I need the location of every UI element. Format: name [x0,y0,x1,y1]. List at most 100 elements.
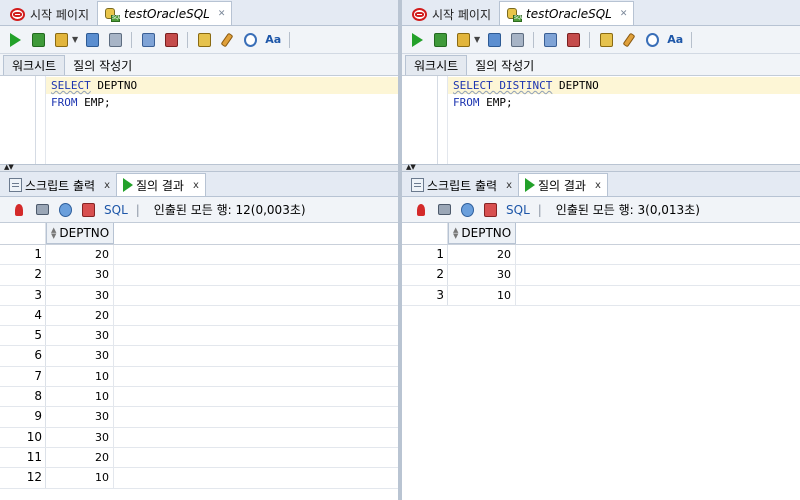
close-icon[interactable]: ✕ [218,9,226,19]
table-row[interactable]: 1 20 [402,245,800,266]
tab-start-page[interactable]: 시작 페이지 [4,3,95,25]
table-row[interactable]: 6 30 [0,346,398,367]
deptno-cell[interactable]: 10 [46,468,114,488]
autotrace-button[interactable] [106,31,124,49]
tab-worksheet[interactable]: 워크시트 [405,55,468,75]
refresh-button[interactable] [458,201,476,219]
cancel-query-button[interactable] [481,201,499,219]
tab-script-output[interactable]: 스크립트 출력 x [3,174,116,196]
commit-button[interactable] [454,31,472,49]
run-script-button[interactable] [29,31,47,49]
deptno-cell[interactable]: 30 [46,427,114,447]
sql-link[interactable]: SQL [104,203,128,217]
row-number: 10 [0,427,46,447]
commit-transaction-button[interactable] [139,31,157,49]
editor-results-splitter[interactable]: ▲▼ [0,163,398,172]
deptno-cell[interactable]: 30 [46,407,114,427]
print-button[interactable] [33,201,51,219]
autotrace-button[interactable] [508,31,526,49]
result-grid[interactable]: ▲ ▼ DEPTNO 1 20 2 30 3 30 4 20 5 30 6 30 7 10 8 10 9 30 10 3… [0,223,398,489]
table-row[interactable]: 11 20 [0,447,398,469]
table-row[interactable]: 5 30 [0,326,398,347]
run-statement-button[interactable] [6,31,24,49]
table-row[interactable]: 2 30 [0,265,398,286]
rollback-icon [164,32,178,47]
tab-query-result[interactable]: 질의 결과 x [517,173,608,196]
chevron-down-icon[interactable]: ▼ [72,35,78,44]
deptno-cell[interactable]: 30 [46,326,114,346]
table-row[interactable]: 1 20 [0,245,398,266]
table-row[interactable]: 7 10 [0,366,398,388]
tab-label: 질의 결과 [135,178,184,193]
tab-worksheet[interactable]: 워크시트 [3,55,66,75]
pin-icon [15,203,23,216]
tab-query-result[interactable]: 질의 결과 x [115,173,206,196]
deptno-cell[interactable]: 20 [448,245,516,265]
chevron-down-icon[interactable]: ▼ [474,35,480,44]
tab-label: 워크시트 [414,59,459,73]
refresh-button[interactable] [56,201,74,219]
result-grid[interactable]: ▲ ▼ DEPTNO 1 20 2 30 3 10 [402,223,800,306]
history-button[interactable] [643,31,661,49]
printer-icon [437,204,451,215]
commit-button[interactable] [52,31,70,49]
close-icon[interactable]: ✕ [620,9,628,19]
pin-button[interactable] [412,201,430,219]
tab-script-output[interactable]: 스크립트 출력 x [405,174,518,196]
table-row[interactable]: 3 10 [402,285,800,306]
table-row[interactable]: 10 30 [0,427,398,448]
deptno-cell[interactable]: 20 [46,447,114,468]
print-button[interactable] [435,201,453,219]
close-icon[interactable]: x [506,180,512,191]
sql-tuning-button[interactable] [195,31,213,49]
tab-query-builder[interactable]: 질의 작성기 [65,55,140,75]
run-statement-button[interactable] [408,31,426,49]
splitter-arrows-icon[interactable]: ▲▼ [4,163,14,171]
tab-test-oracle-sql[interactable]: SQL testOracleSQL ✕ [97,1,233,25]
tab-start-page[interactable]: 시작 페이지 [406,3,497,25]
pin-button[interactable] [10,201,28,219]
toolbar-separator [691,31,693,48]
column-header-deptno[interactable]: ▲ ▼ DEPTNO [46,223,114,244]
deptno-cell[interactable]: 20 [46,305,114,326]
table-row[interactable]: 8 10 [0,387,398,408]
run-script-button[interactable] [431,31,449,49]
table-row[interactable]: 12 10 [0,468,398,489]
table-row[interactable]: 9 30 [0,407,398,428]
deptno-cell[interactable]: 30 [46,346,114,366]
rollback-button[interactable] [564,31,582,49]
format-button[interactable]: Aa [264,31,282,49]
sql-tuning-button[interactable] [597,31,615,49]
splitter-arrows-icon[interactable]: ▲▼ [406,163,416,171]
sql-link[interactable]: SQL [506,203,530,217]
cancel-query-button[interactable] [79,201,97,219]
deptno-cell[interactable]: 10 [448,285,516,305]
close-icon[interactable]: x [104,180,110,191]
clear-button[interactable] [218,31,236,49]
commit-transaction-button[interactable] [541,31,559,49]
tab-query-builder[interactable]: 질의 작성기 [467,55,542,75]
table-row[interactable]: 2 30 [402,265,800,286]
clear-button[interactable] [620,31,638,49]
deptno-cell[interactable]: 30 [46,285,114,305]
editor-results-splitter[interactable]: ▲▼ [402,163,800,172]
deptno-cell[interactable]: 30 [448,265,516,285]
deptno-cell[interactable]: 20 [46,245,114,265]
sql-editor[interactable]: SELECT DEPTNO FROM EMP; [0,76,398,164]
close-icon[interactable]: x [193,180,199,191]
table-row[interactable]: 3 30 [0,285,398,306]
tab-test-oracle-sql[interactable]: SQL testOracleSQL ✕ [499,1,635,25]
close-icon[interactable]: x [595,180,601,191]
results-tab-bar: 스크립트 출력 x 질의 결과 x [0,172,398,197]
format-button[interactable]: Aa [666,31,684,49]
deptno-cell[interactable]: 10 [46,387,114,407]
history-button[interactable] [241,31,259,49]
explain-plan-button[interactable] [485,31,503,49]
explain-plan-button[interactable] [83,31,101,49]
deptno-cell[interactable]: 10 [46,366,114,387]
column-header-deptno[interactable]: ▲ ▼ DEPTNO [448,223,516,244]
deptno-cell[interactable]: 30 [46,265,114,285]
rollback-button[interactable] [162,31,180,49]
sql-editor[interactable]: SELECT DISTINCT DEPTNO FROM EMP; [402,76,800,164]
table-row[interactable]: 4 20 [0,305,398,327]
